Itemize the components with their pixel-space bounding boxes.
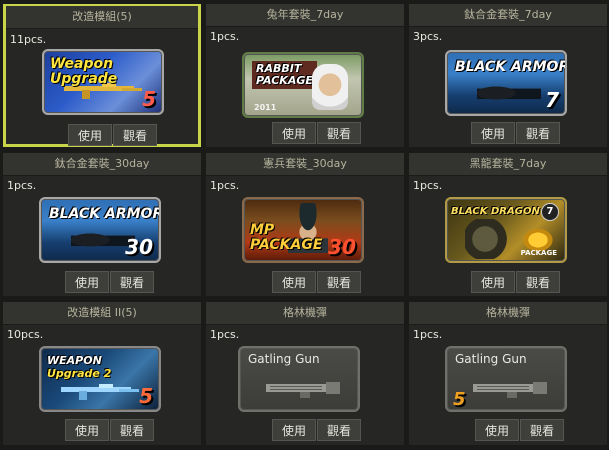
inventory-item-gatling-ammo-5[interactable]: 格林機彈 1pcs. Gatling Gun 5 使用 觀看 [409,302,607,445]
inventory-item-black-armor-30day[interactable]: 鈦合金套裝_30day 1pcs. BLACK ARMOR 30 使用 觀看 [3,153,201,296]
item-card-image[interactable]: BLACK ARMOR 30 [39,197,161,263]
view-button[interactable]: 觀看 [317,122,361,144]
card-number: 30 [125,235,153,259]
item-actions: 使用 觀看 [272,419,362,441]
view-button[interactable]: 觀看 [113,124,157,146]
item-actions: 使用 觀看 [65,271,155,293]
soldier-icon [477,78,541,108]
card-title: Weapon Upgrade [50,56,118,87]
item-quantity: 1pcs. [210,30,240,43]
item-quantity: 3pcs. [413,30,443,43]
item-card-image[interactable]: MP PACKAGE 30 [242,197,364,263]
inventory-item-rabbit-set[interactable]: 兔年套裝_7day 1pcs. RABBIT PACKAGE 2011 使用 觀看 [206,4,404,147]
item-title: 鈦合金套裝_30day [3,153,201,176]
item-title: 改造模組(5) [6,6,198,29]
card-number: 5 [139,384,153,408]
card-year: 2011 [254,103,277,112]
card-title: WEAPON Upgrade 2 [47,354,112,380]
duration-badge: 7 [541,203,559,221]
item-quantity: 1pcs. [7,179,37,192]
card-title: Gatling Gun [248,352,320,366]
view-button[interactable]: 觀看 [516,271,560,293]
item-card-image[interactable]: BLACK DRAGON 7 PACKAGE [445,197,567,263]
item-actions: 使用 觀看 [272,122,362,144]
gatling-gun-icon [473,382,547,398]
item-card-image[interactable]: WEAPON Upgrade 2 5 [39,346,161,412]
item-quantity: 11pcs. [10,33,47,46]
item-quantity: 1pcs. [210,328,240,341]
view-button[interactable]: 觀看 [110,271,154,293]
card-package-label: PACKAGE [520,249,557,257]
inventory-item-weapon-upgrade[interactable]: 改造模組(5) 11pcs. Weapon Upgrade 5 使用 觀看 [3,4,201,147]
item-card-image[interactable]: Gatling Gun [238,346,360,412]
card-number: 30 [328,235,356,259]
card-title: Gatling Gun [455,352,527,366]
card-title: BLACK ARMOR [49,206,161,222]
view-button[interactable]: 觀看 [110,419,154,441]
inventory-item-black-armor-7day[interactable]: 鈦合金套裝_7day 3pcs. BLACK ARMOR 7 使用 觀看 [409,4,607,147]
item-actions: 使用 觀看 [65,419,155,441]
rifle-icon [61,384,139,400]
use-button[interactable]: 使用 [68,124,112,146]
item-card-image[interactable]: RABBIT PACKAGE 2011 [242,52,364,118]
item-quantity: 1pcs. [413,179,443,192]
use-button[interactable]: 使用 [272,122,316,144]
item-actions: 使用 觀看 [471,122,561,144]
rabbit-character-icon [312,64,348,110]
gatling-gun-icon [266,382,340,398]
card-title: MP PACKAGE [250,222,323,253]
inventory-item-mp-set[interactable]: 憲兵套裝_30day 1pcs. MP PACKAGE 30 使用 觀看 [206,153,404,296]
card-number: 5 [142,87,156,111]
view-button[interactable]: 觀看 [516,122,560,144]
item-actions: 使用 觀看 [471,271,561,293]
view-button[interactable]: 觀看 [317,419,361,441]
item-actions: 使用 觀看 [68,124,158,146]
use-button[interactable]: 使用 [272,271,316,293]
use-button[interactable]: 使用 [471,122,515,144]
item-title: 憲兵套裝_30day [206,153,404,176]
card-title: BLACK DRAGON [451,206,540,217]
item-title: 鈦合金套裝_7day [409,4,607,27]
inventory-item-black-dragon-set[interactable]: 黑龍套裝_7day 1pcs. BLACK DRAGON 7 PACKAGE 使… [409,153,607,296]
use-button[interactable]: 使用 [272,419,316,441]
use-button[interactable]: 使用 [475,419,519,441]
item-title: 改造模組 II(5) [3,302,201,325]
view-button[interactable]: 觀看 [520,419,564,441]
item-actions: 使用 觀看 [475,419,565,441]
card-number: 7 [545,88,559,112]
inventory-grid: 改造模組(5) 11pcs. Weapon Upgrade 5 使用 觀看 兔年套裝… [0,0,609,450]
use-button[interactable]: 使用 [65,419,109,441]
use-button[interactable]: 使用 [65,271,109,293]
item-quantity: 1pcs. [210,179,240,192]
item-card-image[interactable]: Weapon Upgrade 5 [42,49,164,115]
card-number: 5 [453,389,466,410]
item-actions: 使用 觀看 [272,271,362,293]
item-title: 格林機彈 [206,302,404,325]
card-title: BLACK ARMOR [455,59,567,75]
card-title: RABBIT PACKAGE [252,61,317,89]
item-title: 黑龍套裝_7day [409,153,607,176]
item-title: 格林機彈 [409,302,607,325]
item-quantity: 10pcs. [7,328,44,341]
item-card-image[interactable]: BLACK ARMOR 7 [445,50,567,116]
use-button[interactable]: 使用 [471,271,515,293]
item-title: 兔年套裝_7day [206,4,404,27]
dragon-armor-icon [465,219,515,259]
item-card-image[interactable]: Gatling Gun 5 [445,346,567,412]
view-button[interactable]: 觀看 [317,271,361,293]
item-quantity: 1pcs. [413,328,443,341]
inventory-item-gatling-ammo[interactable]: 格林機彈 1pcs. Gatling Gun 使用 觀看 [206,302,404,445]
inventory-item-weapon-upgrade-2[interactable]: 改造模組 II(5) 10pcs. WEAPON Upgrade 2 5 使用 觀看 [3,302,201,445]
